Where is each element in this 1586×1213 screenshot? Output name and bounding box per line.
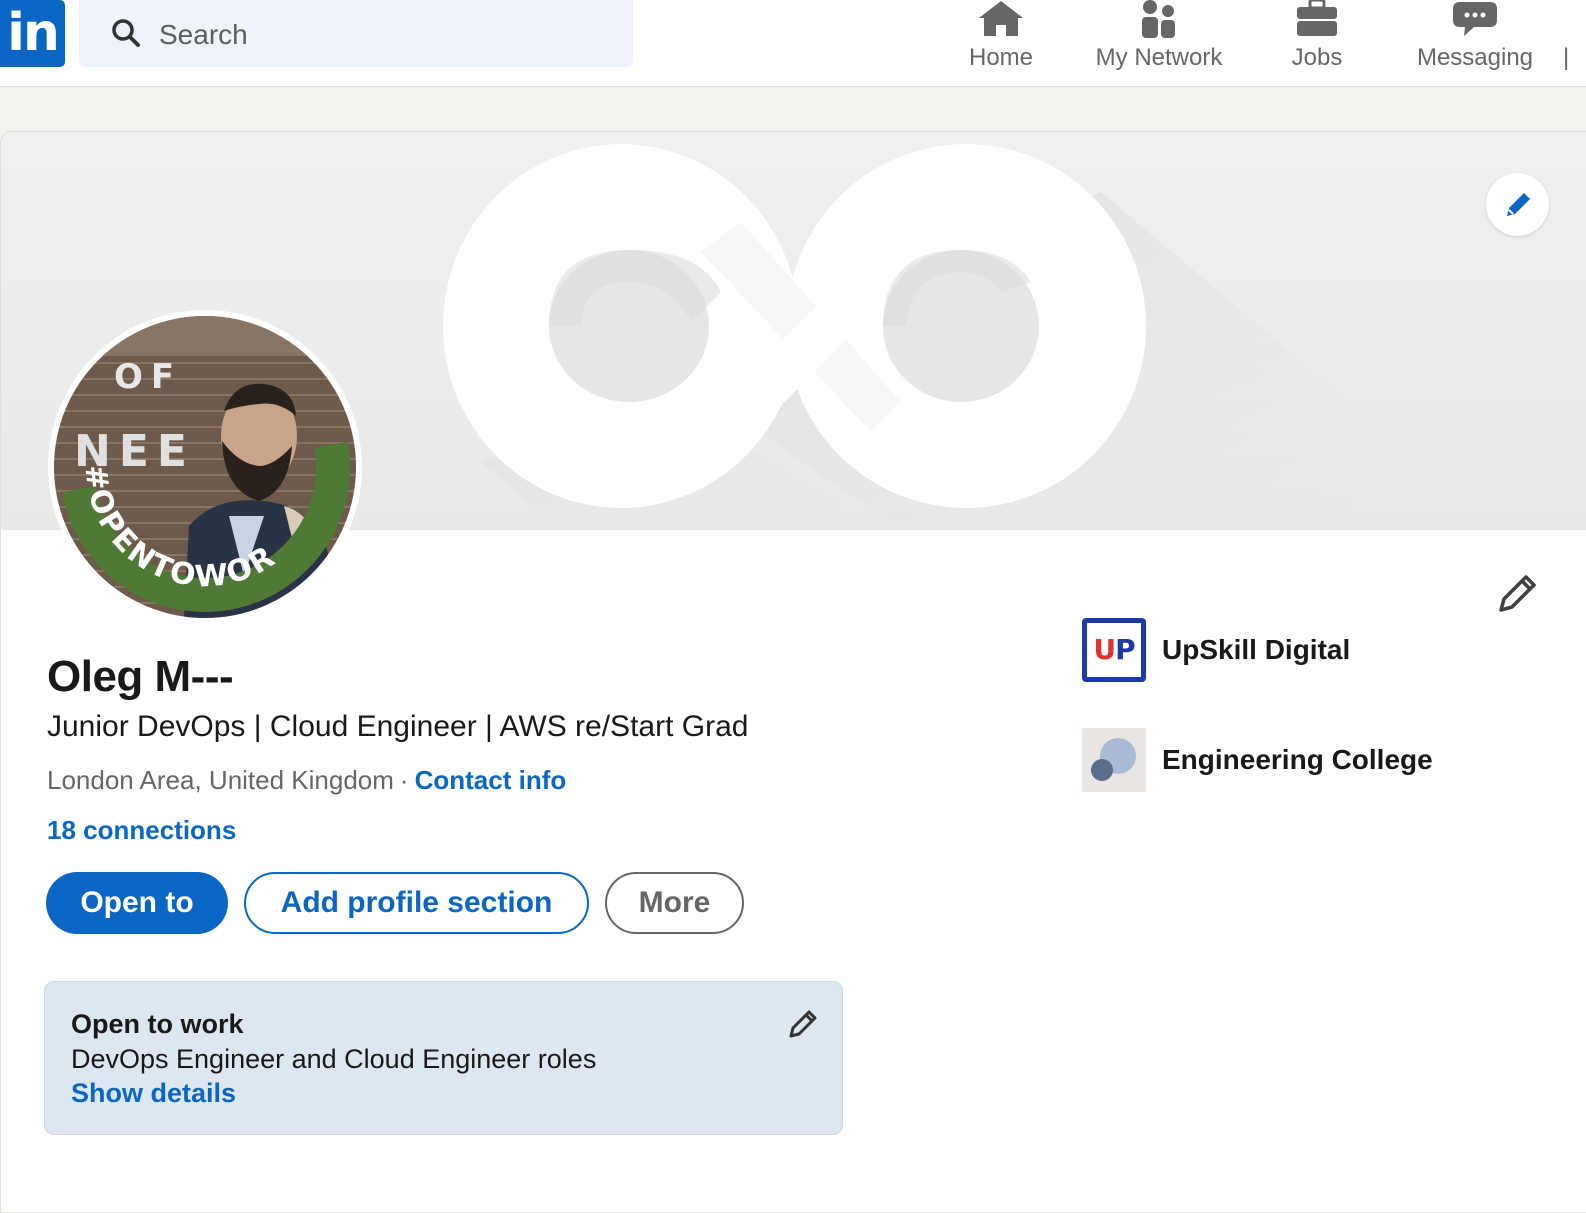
pencil-icon [1507, 193, 1530, 216]
profile-location: London Area, United Kingdom [47, 765, 394, 795]
profile-headline: Junior DevOps | Cloud Engineer | AWS re/… [47, 710, 749, 743]
add-profile-section-button[interactable]: Add profile section [244, 872, 589, 934]
school-placeholder-icon [1091, 738, 1136, 781]
contact-info-link[interactable]: Contact info [415, 765, 567, 795]
nav-overflow-edge: | [1563, 44, 1570, 71]
profile-location-row: London Area, United Kingdom · Contact info [47, 765, 566, 796]
nav-jobs-label: Jobs [1291, 44, 1343, 71]
company-name: UpSkill Digital [1162, 634, 1351, 665]
open-to-work-description: DevOps Engineer and Cloud Engineer roles [71, 1044, 597, 1074]
chat-icon [1453, 2, 1497, 36]
nav-my-network-label: My Network [1095, 44, 1223, 71]
education-school[interactable]: Engineering College [1082, 728, 1442, 792]
profile-photo-image: OF NEE #OPENTOWORK [54, 316, 356, 618]
people-icon [1142, 0, 1175, 38]
search-icon [112, 19, 140, 47]
home-icon [979, 1, 1023, 36]
edit-open-to-work-pencil-icon[interactable] [787, 1008, 819, 1040]
school-name: Engineering College [1162, 744, 1433, 775]
edit-intro-pencil-icon[interactable] [1495, 572, 1539, 616]
nav-messaging[interactable]: Messaging [1410, 0, 1540, 86]
more-button[interactable]: More [605, 872, 744, 934]
profile-photo-graphic: OF NEE #OPENTOWORK [54, 316, 356, 618]
nav-home[interactable]: Home [960, 0, 1042, 86]
linkedin-logo[interactable]: in [0, 0, 65, 67]
search-placeholder: Search [159, 19, 248, 50]
logo-letter-p: P [1115, 633, 1136, 666]
profile-name: Oleg M--- [47, 652, 234, 701]
briefcase-icon [1297, 0, 1337, 36]
logo-letter-u: U [1093, 633, 1116, 666]
photo-sign-text-of: OF [114, 357, 182, 397]
nav-jobs[interactable]: Jobs [1282, 0, 1352, 86]
current-company[interactable]: UP UpSkill Digital [1082, 618, 1382, 682]
upskill-digital-logo: UP [1082, 618, 1146, 682]
open-to-button[interactable]: Open to [46, 872, 228, 934]
top-navigation-bar: in Search Home My Network Jobs Messaging… [0, 0, 1586, 87]
profile-card: OF NEE #OPENTOWORK Oleg M--- Junior D [0, 131, 1586, 1213]
show-details-link[interactable]: Show details [71, 1078, 236, 1109]
nav-home-label: Home [968, 44, 1034, 71]
school-placeholder-logo [1082, 728, 1146, 792]
edit-cover-button[interactable] [1486, 173, 1549, 236]
nav-my-network[interactable]: My Network [1088, 0, 1230, 86]
connections-link[interactable]: 18 connections [47, 815, 236, 846]
separator-dot: · [399, 765, 409, 795]
nav-messaging-label: Messaging [1416, 44, 1534, 71]
open-to-work-title: Open to work [71, 1009, 244, 1039]
open-to-work-card: Open to work DevOps Engineer and Cloud E… [44, 981, 843, 1135]
search-input[interactable]: Search [79, 0, 633, 67]
profile-photo[interactable]: OF NEE #OPENTOWORK [48, 310, 362, 624]
